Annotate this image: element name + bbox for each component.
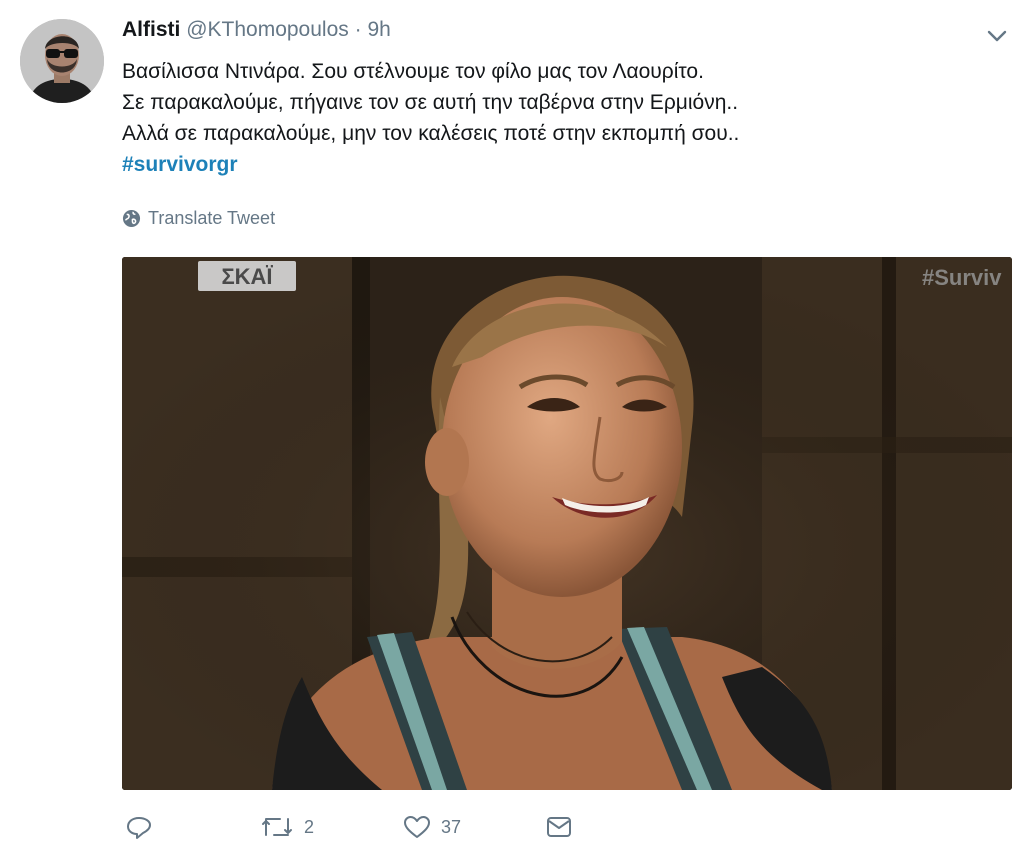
avatar-photo: [20, 19, 104, 103]
tweet-text-line: Σε παρακαλούμε, πήγαινε τον σε αυτή την …: [122, 91, 739, 114]
globe-icon: [122, 209, 141, 228]
heart-icon: [404, 816, 430, 838]
reply-button[interactable]: [126, 815, 260, 839]
header-separator: ·: [354, 18, 362, 41]
like-count: 37: [441, 816, 462, 837]
envelope-icon: [547, 817, 571, 837]
retweet-button[interactable]: 2: [260, 815, 403, 839]
author-name[interactable]: Alfisti: [122, 18, 180, 41]
like-button[interactable]: 37: [403, 815, 546, 839]
tweet-actions: 2 37: [126, 815, 572, 839]
translate-label: Translate Tweet: [148, 208, 276, 228]
media-still-frame: ΣΚΑΪ #Surviv: [122, 257, 1012, 790]
retweet-icon: [262, 818, 292, 836]
tweet-text: Βασίλισσα Ντινάρα. Σου στέλνουμε τον φίλ…: [122, 56, 739, 180]
tweet-timestamp[interactable]: 9h: [367, 18, 390, 41]
author-handle[interactable]: @KThomopoulos: [186, 18, 349, 41]
author-avatar[interactable]: [20, 19, 104, 103]
direct-message-button[interactable]: [546, 816, 572, 838]
tweet-menu-chevron-down-icon[interactable]: [985, 24, 1009, 48]
tweet-media-image[interactable]: ΣΚΑΪ #Surviv: [122, 257, 1012, 790]
hashtag-link[interactable]: #survivorgr: [122, 153, 238, 176]
reply-icon: [127, 817, 151, 839]
channel-logo-text: ΣΚΑΪ: [221, 264, 273, 289]
show-watermark: #Surviv: [922, 265, 1002, 290]
retweet-count: 2: [304, 816, 315, 837]
tweet-header: Alfisti @KThomopoulos · 9h: [122, 18, 391, 42]
tweet-text-line: Βασίλισσα Ντινάρα. Σου στέλνουμε τον φίλ…: [122, 60, 704, 83]
translate-tweet-link[interactable]: Translate Tweet: [122, 208, 275, 229]
tweet-text-line: Αλλά σε παρακαλούμε, μην τον καλέσεις πο…: [122, 122, 740, 145]
